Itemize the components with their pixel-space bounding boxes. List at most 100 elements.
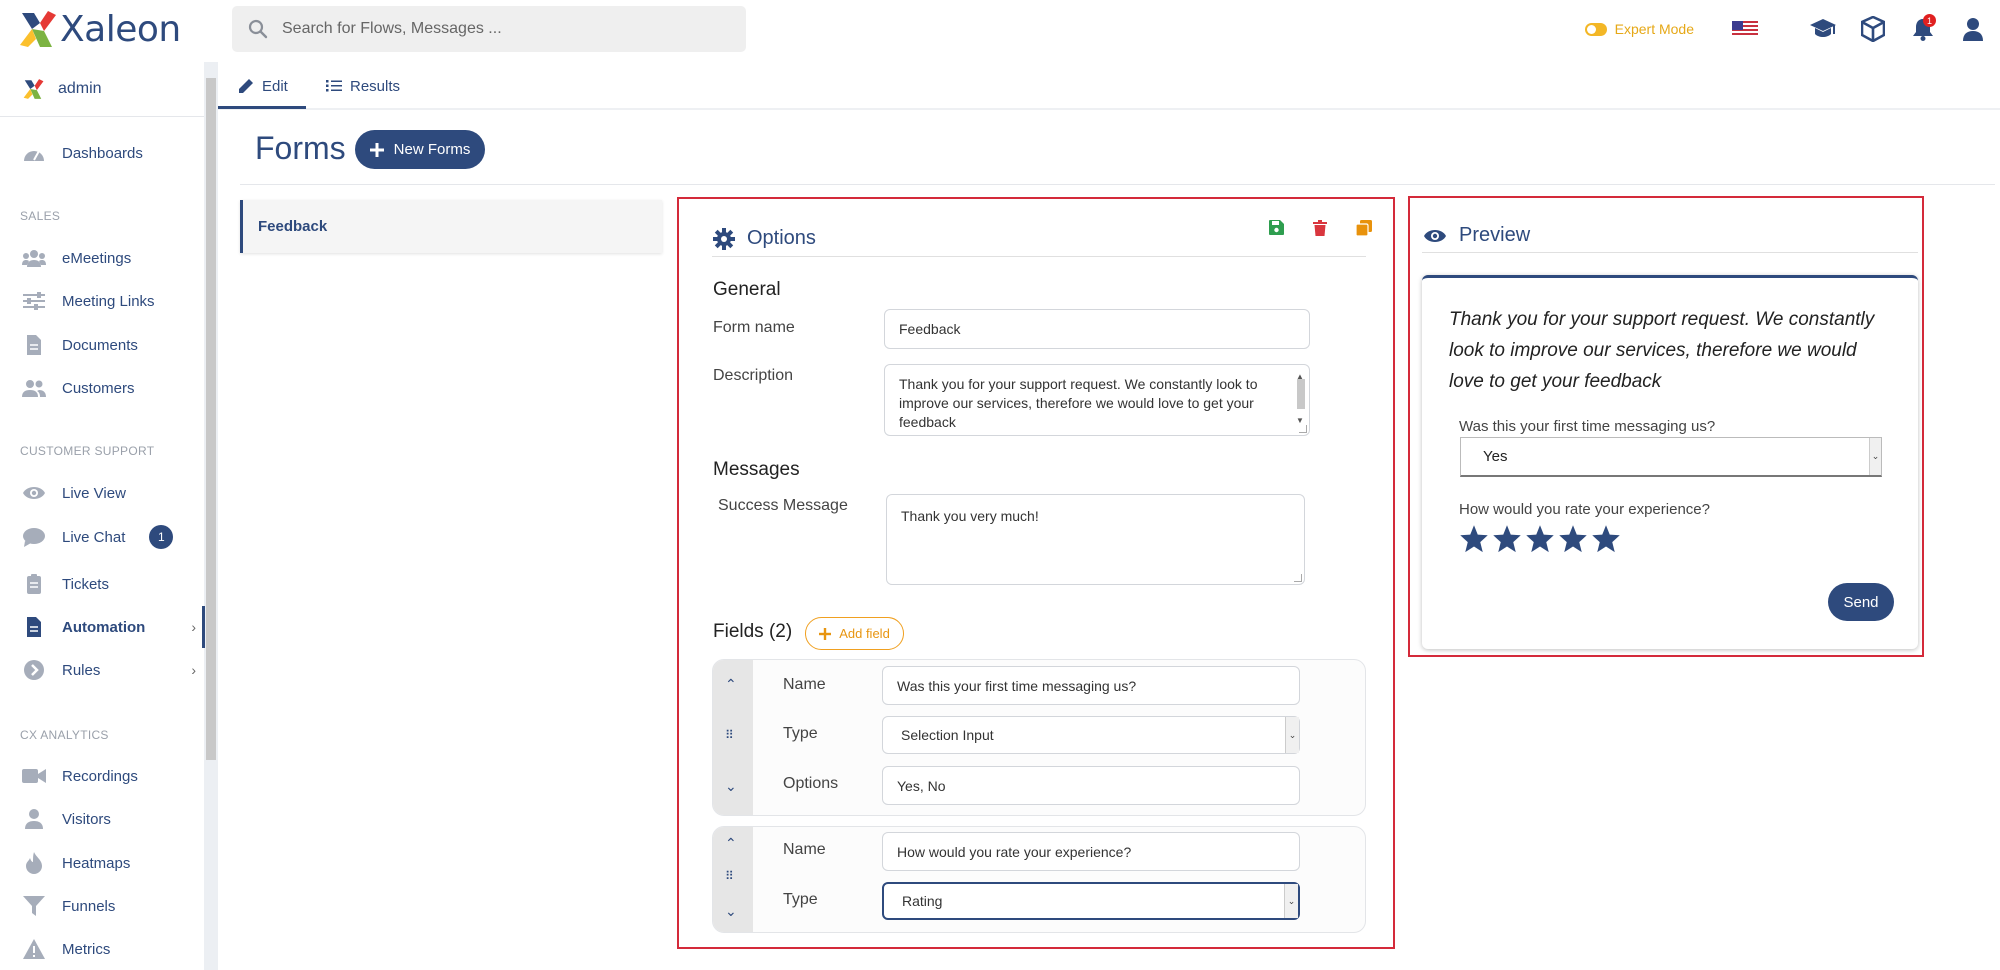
flame-icon [26,852,42,874]
sidebar-item-live-chat[interactable]: Live Chat 1 [22,524,202,550]
toggle-switch-icon [1584,22,1607,36]
description-scrollbar-thumb[interactable] [1297,379,1305,409]
sidebar-item-metrics[interactable]: Metrics [22,936,202,962]
global-search[interactable] [232,6,746,52]
preview-question-2: How would you rate your experience? [1459,501,1710,518]
search-input[interactable] [282,20,722,38]
description-scrollbar[interactable]: ▲ ▼ [1295,367,1307,433]
resize-grip-icon[interactable] [1299,425,1307,433]
resize-grip-icon[interactable] [1294,574,1302,582]
chevron-right-icon: › [191,662,196,678]
xaleon-logo-icon [20,11,56,47]
notification-badge: 1 [1923,14,1936,27]
star-icon[interactable] [1558,524,1588,554]
sidebar-item-live-view[interactable]: Live View [22,480,202,506]
star-icon[interactable] [1525,524,1555,554]
description-textarea[interactable]: Thank you for your support request. We c… [884,364,1310,436]
send-button[interactable]: Send [1828,583,1894,621]
sliders-icon [23,292,45,310]
chevron-right-icon: › [191,619,196,635]
topbar-actions: Expert Mode 1 [1584,12,1988,46]
preview-selection-input[interactable]: Yes ⌄ [1460,437,1882,477]
tab-edit[interactable]: Edit [238,74,288,98]
field-options-input[interactable]: Yes, No [882,766,1300,805]
sidebar [0,62,204,970]
save-floppy-icon [1268,220,1284,235]
sidebar-item-rules[interactable]: Rules › [22,657,202,683]
chevron-down-icon[interactable]: ⌄ [725,903,737,920]
field-drag-handle[interactable]: ⌃ ⠿ ⌄ [713,660,753,815]
user-menu-button[interactable] [1958,14,1988,44]
chevron-up-icon[interactable]: ⌃ [725,676,737,693]
cube-icon [1861,16,1885,42]
sidebar-item-documents[interactable]: Documents [22,332,202,358]
success-message-textarea[interactable]: Thank you very much! [886,494,1305,585]
preview-rating[interactable] [1459,524,1621,554]
form-name-label: Form name [713,319,795,336]
sidebar-item-funnels[interactable]: Funnels [22,893,202,919]
sidebar-username: admin [58,80,102,97]
list-icon [326,80,342,92]
sidebar-item-heatmaps[interactable]: Heatmaps [22,850,202,876]
star-icon[interactable] [1459,524,1489,554]
star-icon[interactable] [1492,524,1522,554]
duplicate-button[interactable] [1342,220,1386,236]
description-label: Description [713,367,794,384]
chevron-down-icon[interactable]: ⌄ [725,778,737,795]
field-type-select[interactable]: Rating ⌄ [882,882,1300,920]
preview-header: Preview [1423,224,1530,247]
chevron-up-icon[interactable]: ⌃ [725,835,737,852]
warning-triangle-icon [23,939,45,959]
copy-icon [1356,220,1372,236]
field-name-input[interactable]: How would you rate your experience? [882,832,1300,871]
academy-button[interactable] [1808,14,1838,44]
trash-icon [1313,220,1327,236]
sidebar-active-indicator [202,606,205,648]
sidebar-item-automation[interactable]: Automation › [22,614,202,640]
content-tabs [218,62,2000,110]
packages-button[interactable] [1858,14,1888,44]
field-name-label: Name [783,676,826,693]
new-form-button[interactable]: New Forms [355,130,485,169]
notifications-button[interactable]: 1 [1908,14,1938,44]
sidebar-item-visitors[interactable]: Visitors [22,806,202,832]
tab-results[interactable]: Results [326,74,400,98]
save-button[interactable] [1254,220,1298,236]
sidebar-item-meeting-links[interactable]: Meeting Links [22,288,202,314]
sidebar-scrollbar-thumb[interactable] [206,78,216,760]
options-header: Options [713,227,816,250]
field-type-select[interactable]: Selection Input ⌄ [882,716,1300,754]
field-options-label: Options [783,775,839,792]
search-icon [248,19,268,39]
title-divider [240,184,1995,185]
tab-edit-active-indicator [218,106,306,109]
sidebar-item-dashboards[interactable]: Dashboards [22,140,202,166]
field-name-input[interactable]: Was this your first time messaging us? [882,666,1300,705]
add-field-button[interactable]: Add field [805,617,904,650]
chat-bubble-icon [23,528,45,547]
sidebar-user[interactable]: admin [22,78,102,100]
sidebar-item-customers[interactable]: Customers [22,375,202,401]
us-flag-icon[interactable] [1732,21,1758,37]
sidebar-item-emeetings[interactable]: eMeetings [22,245,202,271]
delete-button[interactable] [1298,220,1342,236]
drag-grip-icon[interactable]: ⠿ [725,728,734,742]
funnel-icon [23,896,45,916]
messages-section-title: Messages [713,459,800,480]
form-name-input[interactable]: Feedback [884,309,1310,349]
brand-logo[interactable]: Xaleon [18,8,181,50]
sidebar-item-recordings[interactable]: Recordings [22,763,202,789]
sidebar-item-tickets[interactable]: Tickets [22,571,202,597]
preview-header-divider [1422,252,1918,253]
video-camera-icon [22,769,46,783]
field-drag-handle[interactable]: ⌃ ⠿ ⌄ [713,827,753,932]
select-arrow-icon: ⌄ [1284,884,1298,918]
xaleon-mini-logo-icon [23,79,44,99]
user-group-icon [22,380,46,397]
form-list-item[interactable]: Feedback [240,200,662,253]
eye-icon [1424,229,1446,242]
star-icon[interactable] [1591,524,1621,554]
preview-question-1: Was this your first time messaging us? [1459,418,1716,435]
expert-mode-toggle[interactable]: Expert Mode [1584,21,1694,37]
drag-grip-icon[interactable]: ⠿ [725,869,734,883]
